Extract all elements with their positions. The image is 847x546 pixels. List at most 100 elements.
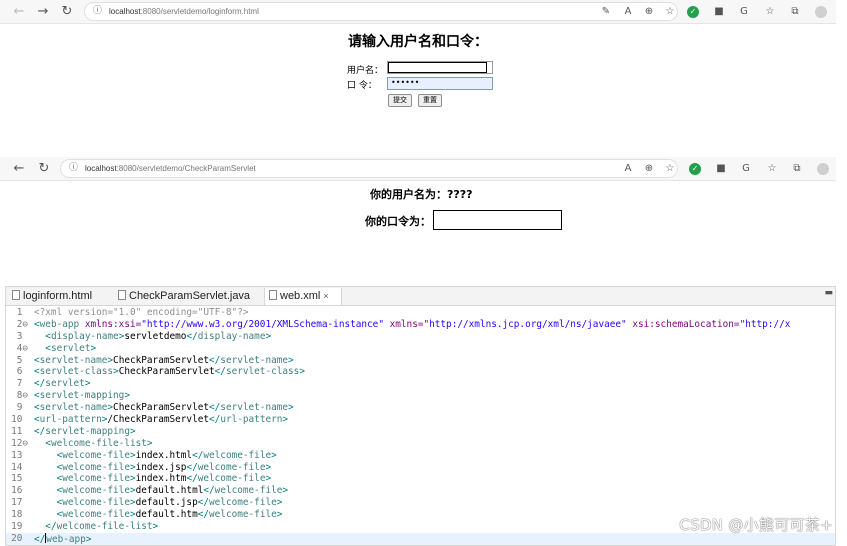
form-title: 请输入用户名和口令：	[348, 34, 488, 50]
line-number: 14	[11, 461, 28, 473]
code-line[interactable]: 17 <welcome-file>default.jsp</welcome-fi…	[6, 497, 835, 509]
code-line[interactable]: 2⊖ <web-app xmlns:xsi="http://www.w3.org/…	[6, 319, 835, 331]
code-text: <welcome-file>default.jsp</welcome-file>	[56, 497, 283, 509]
line-number: 17	[11, 497, 28, 509]
line-number: 12⊖	[11, 437, 28, 449]
code-text: <welcome-file>index.jsp</welcome-file>	[56, 461, 272, 473]
line-number: 11	[11, 425, 28, 437]
collections-icon[interactable]: ⧉	[787, 4, 803, 20]
tab-label: web.xml	[280, 290, 321, 302]
minimize-icon[interactable]: ▬	[824, 288, 833, 298]
tab-checkparamservlet[interactable]: CheckParamServlet.java	[114, 288, 264, 305]
line-number: 20	[11, 532, 28, 544]
code-line[interactable]: 9 <servlet-name>CheckParamServlet</servl…	[6, 402, 835, 414]
line-number: 8⊖	[16, 390, 28, 402]
code-line[interactable]: 7 </servlet>	[6, 378, 835, 390]
favorite-star-icon[interactable]: ☆	[662, 4, 678, 20]
submit-button[interactable]: 提交	[388, 94, 412, 107]
code-line[interactable]: 14 <welcome-file>index.jsp</welcome-file…	[6, 462, 835, 474]
zoom-icon[interactable]: ⊕	[641, 161, 657, 177]
browser-toolbar-1: ← → ↻ ⓘ localhost:8080/servletdemo/login…	[0, 0, 836, 24]
info-icon[interactable]: ⓘ	[93, 4, 102, 19]
line-number: 5	[16, 354, 28, 366]
address-text: localhost:8080/servletdemo/CheckParamSer…	[85, 161, 256, 177]
code-text: <?xml version="1.0" encoding="UTF-8"?>	[34, 307, 249, 318]
line-number: 10	[11, 414, 28, 426]
code-text: <welcome-file>default.htm</welcome-file>	[56, 509, 283, 521]
forward-arrow-icon[interactable]: →	[34, 3, 52, 21]
code-text: <welcome-file>index.htm</welcome-file>	[56, 473, 272, 485]
address-bar[interactable]: ⓘ localhost:8080/servletdemo/CheckParamS…	[60, 159, 678, 178]
editor-tab-bar: loginform.html CheckParamServlet.java we…	[6, 287, 835, 306]
favorites-icon[interactable]: ☆	[764, 161, 780, 177]
code-text: <web-app xmlns:xsi="http://www.w3.org/20…	[34, 318, 791, 330]
password-result-label: 你的口令为：	[365, 215, 431, 228]
code-text: </web-app>	[34, 532, 92, 545]
extension-g-icon[interactable]: G	[738, 161, 754, 177]
refresh-icon[interactable]: ↻	[58, 3, 76, 21]
code-text: <url-pattern>/CheckParamServlet</url-pat…	[34, 414, 289, 426]
profile-avatar-icon[interactable]	[815, 6, 827, 18]
tab-web-xml[interactable]: web.xml ×	[264, 288, 342, 305]
code-text: <servlet-mapping>	[34, 390, 130, 402]
java-file-icon	[118, 290, 126, 300]
xml-file-icon	[269, 290, 277, 300]
line-number: 6	[16, 366, 28, 378]
code-line[interactable]: 5 <servlet-name>CheckParamServlet</servl…	[6, 355, 835, 367]
code-line[interactable]: 4⊖ <servlet>	[6, 343, 835, 355]
code-editor: loginform.html CheckParamServlet.java we…	[5, 286, 836, 546]
favorite-star-icon[interactable]: ☆	[662, 161, 678, 177]
line-number: 1	[16, 307, 28, 318]
reset-button[interactable]: 重置	[418, 94, 442, 107]
info-icon[interactable]: ⓘ	[69, 161, 78, 176]
extension-g-icon[interactable]: G	[736, 4, 752, 20]
code-line[interactable]: 8⊖ <servlet-mapping>	[6, 390, 835, 402]
username-input-focus-ring	[388, 62, 487, 73]
password-label: 口 令：	[347, 81, 377, 91]
close-tab-icon[interactable]: ×	[323, 291, 328, 301]
address-text: localhost:8080/servletdemo/loginform.htm…	[109, 4, 259, 20]
tab-label: loginform.html	[23, 290, 93, 302]
line-number: 16	[11, 485, 28, 497]
password-input[interactable]: ••••••	[387, 77, 493, 90]
code-area[interactable]: 1 <?xml version="1.0" encoding="UTF-8"?>…	[6, 307, 835, 545]
profile-avatar-icon[interactable]	[817, 163, 829, 175]
line-number: 15	[11, 473, 28, 485]
code-text: <servlet-name>CheckParamServlet</servlet…	[34, 402, 294, 414]
code-text: <welcome-file>default.html</welcome-file…	[56, 485, 289, 497]
favorites-icon[interactable]: ☆	[762, 4, 778, 20]
extension-check-icon[interactable]: ✓	[689, 163, 701, 175]
username-input[interactable]	[387, 61, 493, 74]
extension-icon[interactable]: ■	[713, 161, 729, 177]
read-aloud-icon[interactable]: A	[620, 161, 636, 177]
back-arrow-icon[interactable]: ←	[10, 3, 28, 21]
line-number: 9	[16, 402, 28, 414]
line-number: 4⊖	[16, 342, 28, 354]
tab-label: CheckParamServlet.java	[129, 290, 251, 302]
code-line[interactable]: 3 <display-name>servletdemo</display-nam…	[6, 331, 835, 343]
code-line[interactable]: 15 <welcome-file>index.htm</welcome-file…	[6, 473, 835, 485]
address-bar[interactable]: ⓘ localhost:8080/servletdemo/loginform.h…	[84, 2, 678, 21]
collections-icon[interactable]: ⧉	[789, 161, 805, 177]
refresh-icon[interactable]: ↻	[35, 160, 53, 178]
url-host: localhost	[109, 7, 141, 16]
extension-icon[interactable]: ■	[711, 4, 727, 20]
code-line[interactable]: 11 </servlet-mapping>	[6, 426, 835, 438]
url-path: :8080/servletdemo/CheckParamServlet	[116, 164, 256, 173]
tab-loginform[interactable]: loginform.html	[8, 288, 108, 305]
username-result: 你的用户名为：????	[370, 188, 473, 201]
code-line[interactable]: 16 <welcome-file>default.html</welcome-f…	[6, 485, 835, 497]
code-line[interactable]: 13 <welcome-file>index.html</welcome-fil…	[6, 450, 835, 462]
read-aloud-icon[interactable]: A	[620, 4, 636, 20]
pen-icon[interactable]: ✎	[598, 4, 614, 20]
password-result-box	[433, 210, 562, 230]
code-line[interactable]: 10 <url-pattern>/CheckParamServlet</url-…	[6, 414, 835, 426]
extension-check-icon[interactable]: ✓	[687, 6, 699, 18]
back-arrow-icon[interactable]: ←	[10, 160, 28, 178]
code-text: <servlet-name>CheckParamServlet</servlet…	[34, 354, 294, 366]
code-line[interactable]: 6 <servlet-class>CheckParamServlet</serv…	[6, 366, 835, 378]
code-text: <servlet>	[45, 342, 97, 354]
zoom-icon[interactable]: ⊕	[641, 4, 657, 20]
code-line[interactable]: 12⊖ <welcome-file-list>	[6, 438, 835, 450]
code-line[interactable]: 1 <?xml version="1.0" encoding="UTF-8"?>	[6, 307, 835, 319]
